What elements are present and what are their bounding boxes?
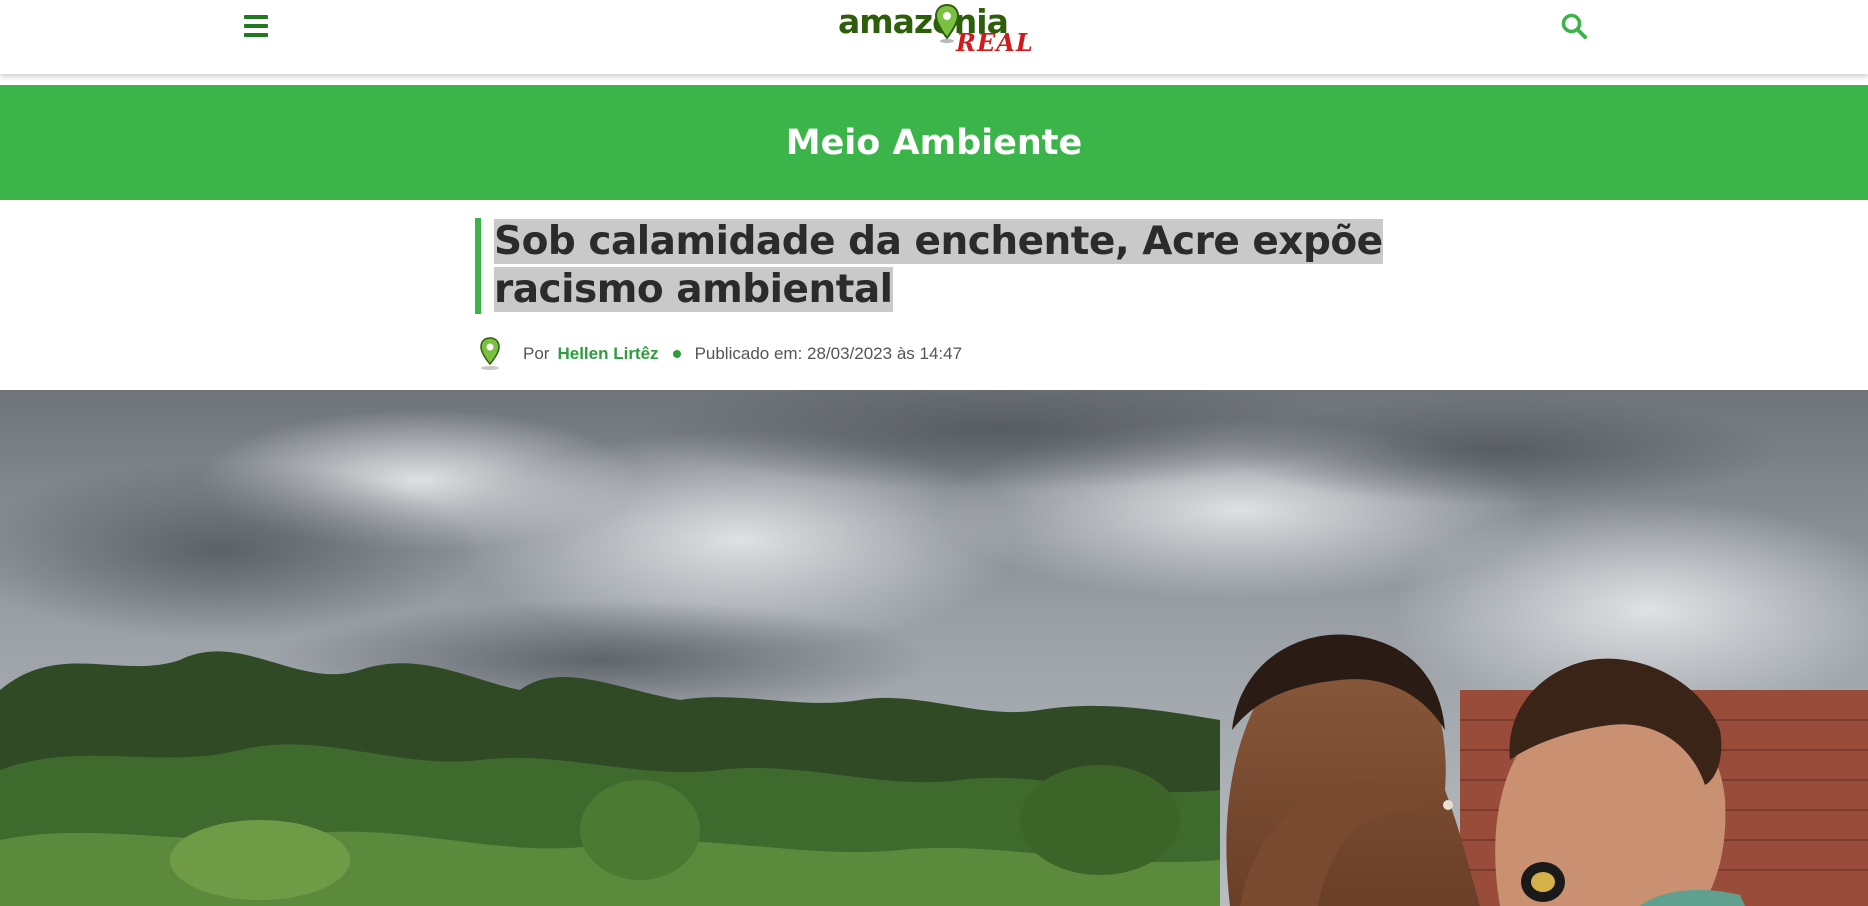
logo-subword: REAL xyxy=(956,28,1034,57)
author-avatar-pin-icon xyxy=(480,337,500,370)
search-icon[interactable] xyxy=(1560,12,1588,40)
flood-photo-image xyxy=(0,390,1868,906)
article-title: Sob calamidade da enchente, Acre expõe r… xyxy=(494,218,1394,314)
publish-date: Publicado em: 28/03/2023 às 14:47 xyxy=(694,344,963,363)
hero-photo xyxy=(0,390,1868,906)
site-logo[interactable]: amazonia REAL xyxy=(836,2,1034,60)
article-title-text: Sob calamidade da enchente, Acre expõe r… xyxy=(494,219,1383,312)
article-title-block: Sob calamidade da enchente, Acre expõe r… xyxy=(475,218,1394,314)
byline-prefix: Por xyxy=(523,344,550,363)
hamburger-menu-icon[interactable] xyxy=(244,15,268,37)
category-banner: Meio Ambiente xyxy=(0,85,1868,200)
article-byline: Por Hellen Lirtêz Publicado em: 28/03/20… xyxy=(475,336,962,372)
site-header: amazonia REAL xyxy=(0,0,1868,74)
byline-separator-dot xyxy=(672,350,681,358)
author-link[interactable]: Hellen Lirtêz xyxy=(557,344,658,364)
category-title[interactable]: Meio Ambiente xyxy=(786,123,1083,163)
